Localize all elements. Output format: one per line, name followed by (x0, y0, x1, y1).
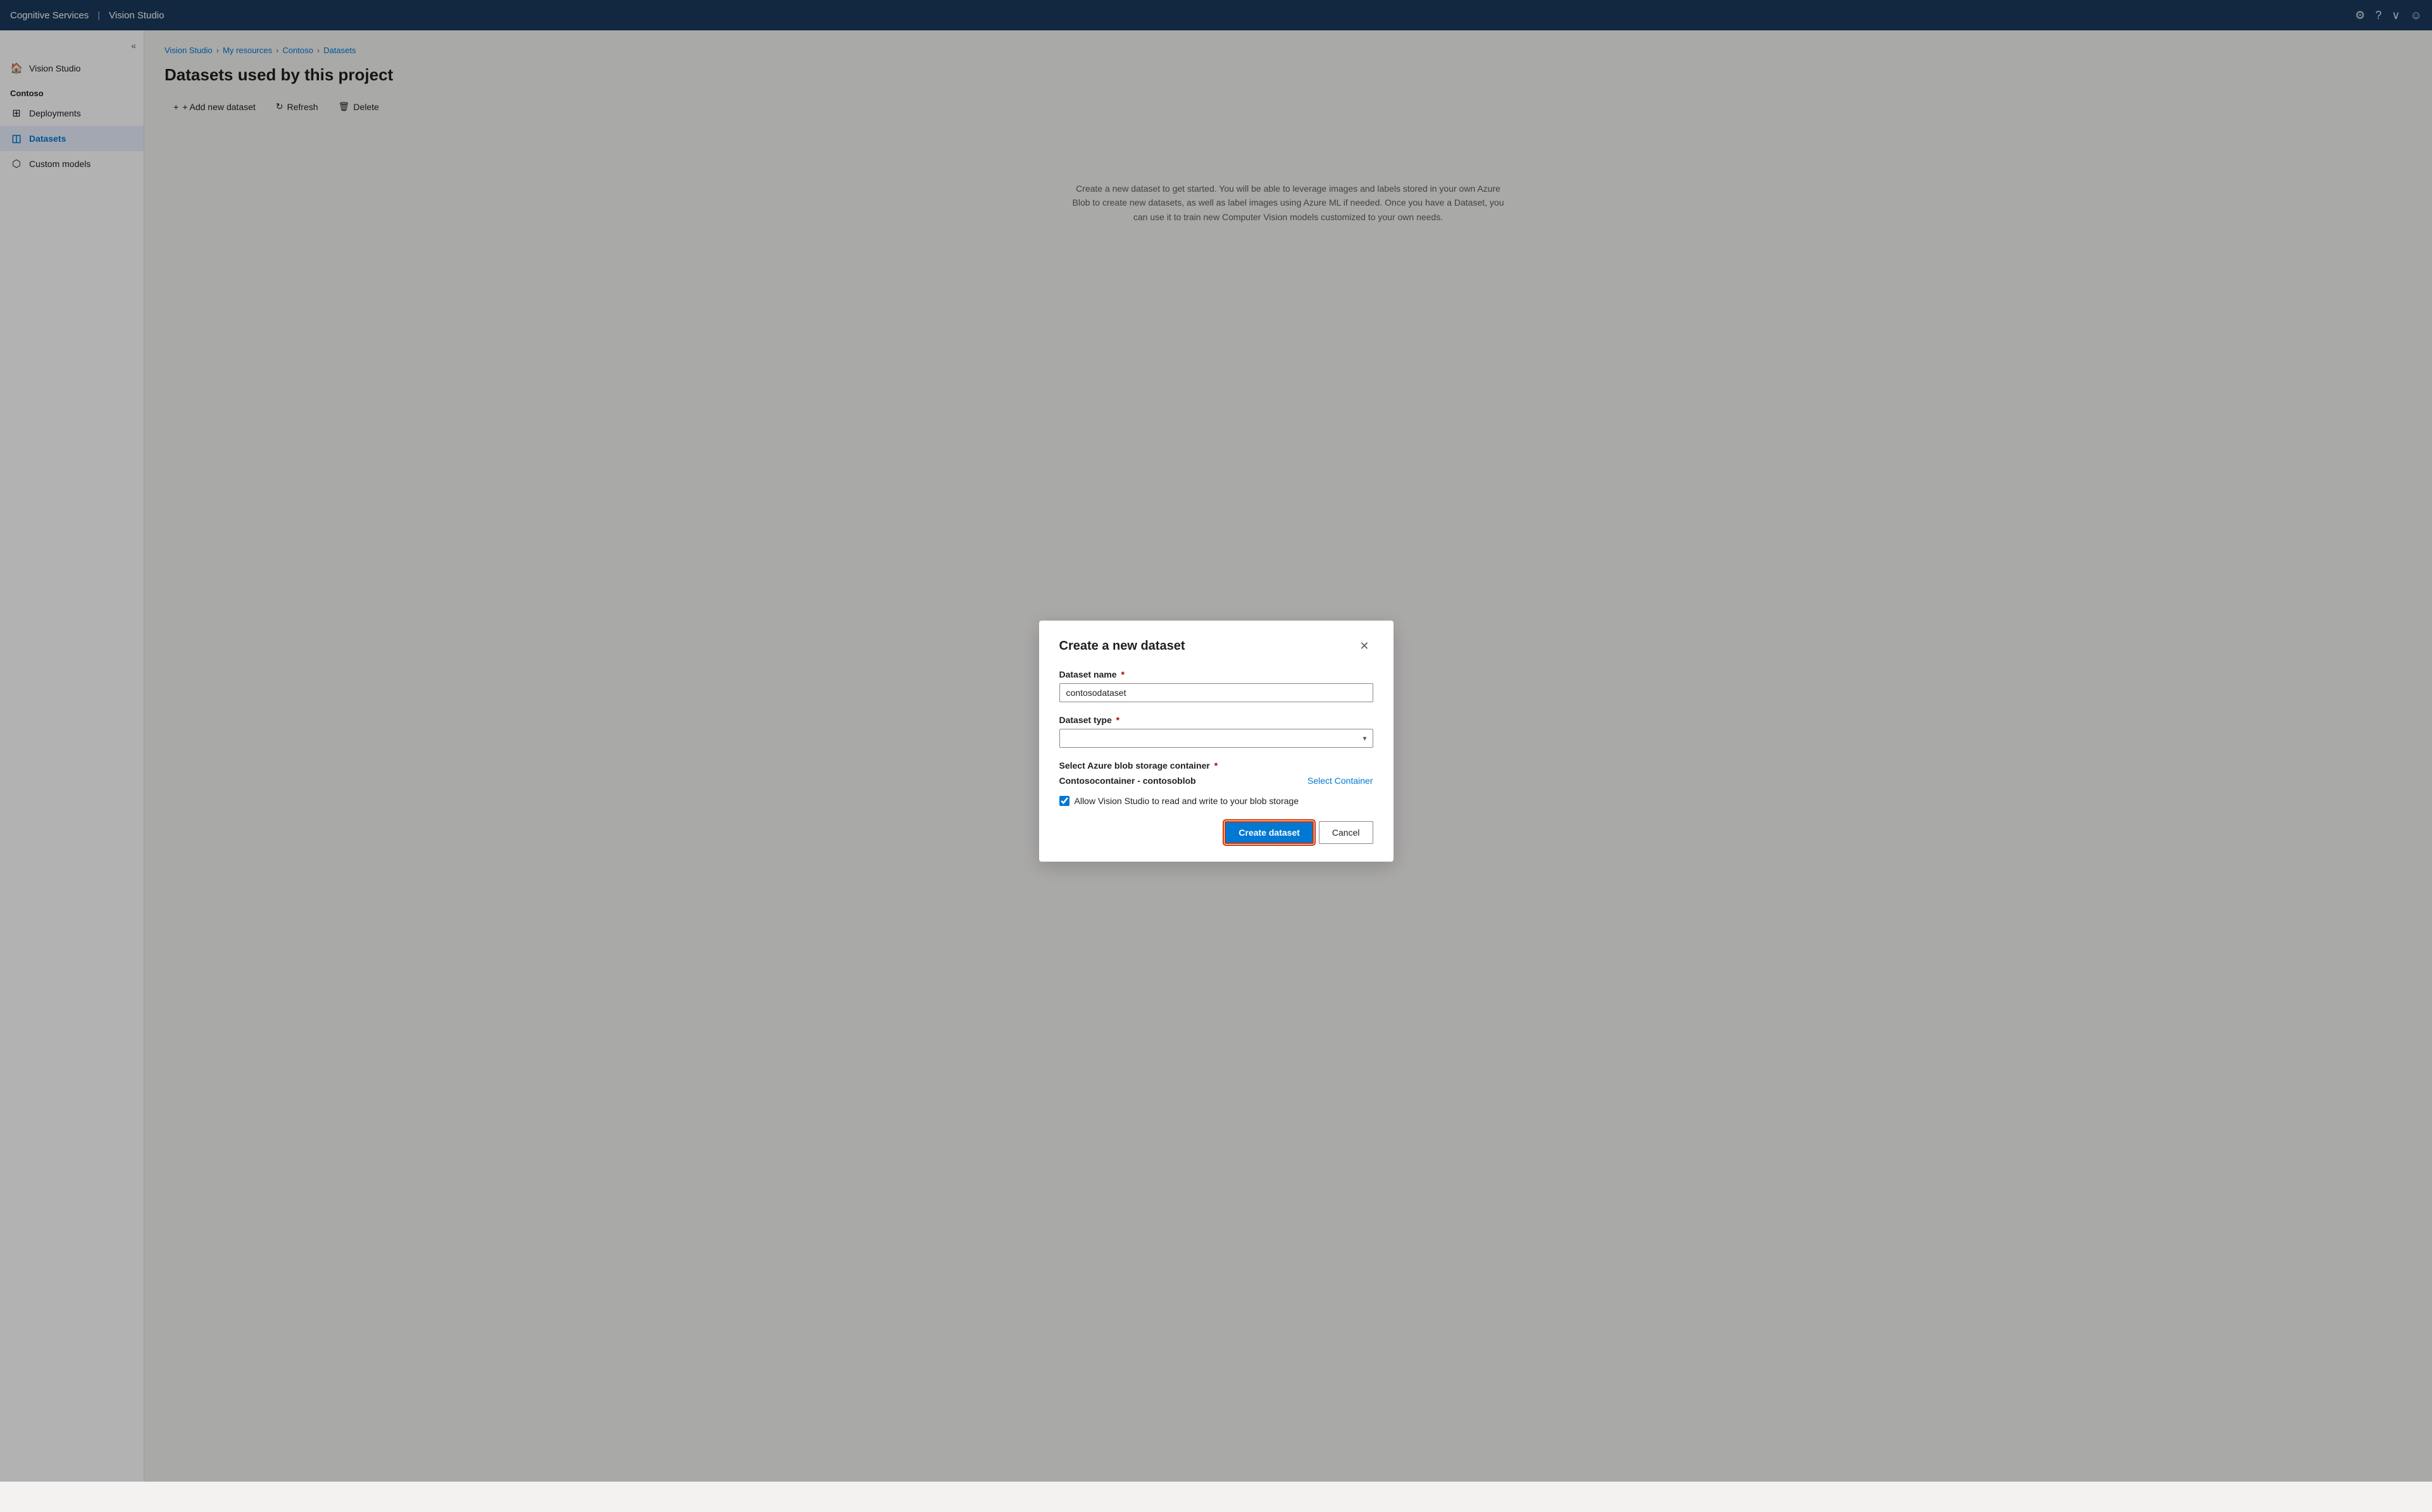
dataset-type-select-wrapper: ▾ (1059, 729, 1373, 748)
dataset-name-input[interactable] (1059, 683, 1373, 702)
modal-overlay: Create a new dataset ✕ Dataset name * Da… (0, 0, 2432, 1482)
modal-title: Create a new dataset (1059, 639, 1185, 654)
storage-section: Select Azure blob storage container * Co… (1059, 760, 1373, 786)
modal-footer: Create dataset Cancel (1059, 821, 1373, 844)
storage-container-name: Contosocontainer - contosoblob (1059, 776, 1196, 786)
dataset-type-select[interactable] (1059, 729, 1373, 748)
dataset-name-label: Dataset name * (1059, 669, 1373, 679)
blob-permission-checkbox[interactable] (1059, 796, 1069, 806)
dataset-type-group: Dataset type * ▾ (1059, 715, 1373, 748)
dataset-name-group: Dataset name * (1059, 669, 1373, 702)
storage-required: * (1214, 760, 1218, 771)
close-icon: ✕ (1359, 640, 1369, 652)
modal-close-button[interactable]: ✕ (1356, 638, 1373, 654)
modal-header: Create a new dataset ✕ (1059, 638, 1373, 654)
dataset-type-required: * (1116, 715, 1119, 725)
select-container-link[interactable]: Select Container (1307, 776, 1373, 786)
blob-permission-checkbox-row: Allow Vision Studio to read and write to… (1059, 796, 1373, 806)
storage-row: Contosocontainer - contosoblob Select Co… (1059, 776, 1373, 786)
create-dataset-modal: Create a new dataset ✕ Dataset name * Da… (1039, 621, 1394, 862)
checkbox-label: Allow Vision Studio to read and write to… (1075, 796, 1299, 806)
storage-label: Select Azure blob storage container * (1059, 760, 1373, 771)
create-dataset-button[interactable]: Create dataset (1225, 821, 1314, 844)
dataset-type-label: Dataset type * (1059, 715, 1373, 725)
dataset-name-required: * (1121, 669, 1124, 679)
cancel-button[interactable]: Cancel (1319, 821, 1373, 844)
